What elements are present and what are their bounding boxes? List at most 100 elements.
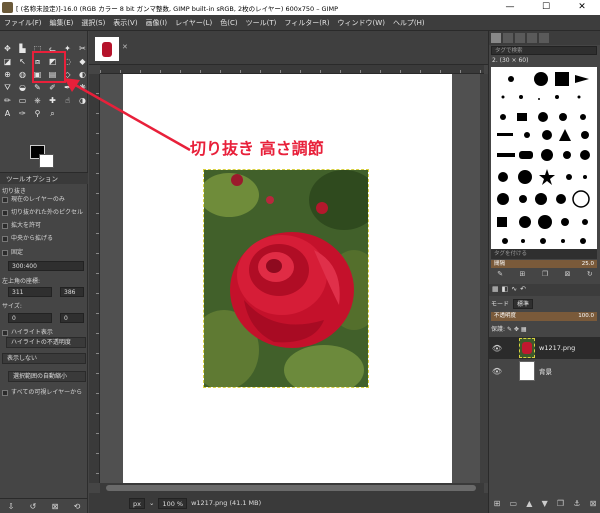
reset-options-icon[interactable]: ⟲ xyxy=(74,502,81,511)
magnify-tool-icon[interactable]: ⌕ xyxy=(46,108,59,120)
maximize-button[interactable]: ☐ xyxy=(528,0,564,15)
perspective-tool-icon[interactable]: ◆ xyxy=(76,56,89,68)
menu-help[interactable]: ヘルプ(H) xyxy=(389,18,429,28)
paths-tab-icon[interactable]: ∿ xyxy=(511,285,517,295)
highlight-opacity-slider[interactable]: ハイライトの不透明度 xyxy=(6,337,86,348)
allow-growing-checkbox[interactable]: 拡大を許可 xyxy=(2,220,41,229)
eraser-tool-icon[interactable]: ▭ xyxy=(16,95,29,107)
channels-tab-icon[interactable]: ◧ xyxy=(502,285,509,295)
menu-select[interactable]: 選択(S) xyxy=(77,18,109,28)
restore-options-icon[interactable]: ↺ xyxy=(30,502,37,511)
duplicate-layer-icon[interactable]: ❐ xyxy=(557,499,564,508)
paintbrush-tool-icon[interactable]: ✎ xyxy=(31,82,44,94)
fg-bg-color-swatch[interactable] xyxy=(30,145,56,169)
lock-position-icon[interactable]: ✥ xyxy=(514,326,519,333)
menu-file[interactable]: ファイル(F) xyxy=(0,18,46,28)
highlight-checkbox[interactable]: ハイライト表示 xyxy=(2,327,53,336)
edit-brush-icon[interactable]: ✎ xyxy=(497,270,503,282)
expand-center-checkbox[interactable]: 中央から拡げる xyxy=(2,233,53,242)
delete-brush-icon[interactable]: ⊠ xyxy=(565,270,571,282)
eyedropper-tool-icon[interactable]: ⚲ xyxy=(31,108,44,120)
window-title: [ (名称未設定)]-16.0 (RGB カラー 8 bit ガンマ整数, GI… xyxy=(16,4,339,13)
brushes-tab[interactable] xyxy=(491,33,501,43)
layer-row[interactable]: 👁 背景 xyxy=(489,360,600,382)
size-height-field[interactable]: 0 xyxy=(60,313,84,323)
menu-layer[interactable]: レイヤー(L) xyxy=(171,18,216,28)
eye-icon[interactable]: 👁 xyxy=(489,344,505,353)
unit-select[interactable]: px xyxy=(129,497,145,509)
document-history-tab[interactable] xyxy=(527,33,537,43)
fonts-tab[interactable] xyxy=(515,33,525,43)
bucket-tool-icon[interactable]: ⛛ xyxy=(1,82,14,94)
anchor-layer-icon[interactable]: ⚓ xyxy=(573,499,580,508)
blend-tool-icon[interactable]: ◒ xyxy=(16,82,29,94)
menu-edit[interactable]: 編集(E) xyxy=(46,18,78,28)
background-color[interactable] xyxy=(39,154,54,168)
menu-windows[interactable]: ウィンドウ(W) xyxy=(334,18,389,28)
measure-tool-icon[interactable]: ◍ xyxy=(16,69,29,81)
text-tool-icon[interactable]: A xyxy=(1,108,14,120)
horizontal-scrollbar[interactable] xyxy=(100,483,484,493)
vertical-scrollbar[interactable] xyxy=(480,74,488,483)
menu-view[interactable]: 表示(V) xyxy=(109,18,141,28)
brush-tag-search[interactable]: タグで検索 xyxy=(491,46,597,55)
scissors-tool-icon[interactable]: ✂ xyxy=(76,43,89,55)
undo-tab-icon[interactable]: ↶ xyxy=(520,285,526,295)
delete-options-icon[interactable]: ⊠ xyxy=(52,502,59,511)
lock-alpha-icon[interactable]: ▦ xyxy=(521,326,527,333)
paths-tool-icon[interactable]: ↖ xyxy=(16,56,29,68)
layer-opacity-slider[interactable]: 不透明度 100.0 xyxy=(491,312,597,321)
lock-pixels-icon[interactable]: ✎ xyxy=(507,326,512,333)
close-button[interactable]: ✕ xyxy=(564,0,600,15)
brush-grid[interactable] xyxy=(491,67,597,249)
path-pen-tool-icon[interactable]: ✑ xyxy=(16,108,29,120)
chevron-down-icon[interactable]: ⌄ xyxy=(149,499,154,507)
clone-tool-icon[interactable]: ⎈ xyxy=(31,95,44,107)
menu-image[interactable]: 画像(I) xyxy=(142,18,172,28)
rose-photo-layer[interactable] xyxy=(203,169,369,388)
refresh-brush-icon[interactable]: ↻ xyxy=(587,270,593,282)
size-width-field[interactable]: 0 xyxy=(8,313,52,323)
current-layer-only-checkbox[interactable]: 現在のレイヤーのみ xyxy=(2,194,65,203)
raise-layer-icon[interactable]: ▲ xyxy=(526,499,532,508)
zoom-select[interactable]: 100 % xyxy=(158,497,188,509)
guides-select[interactable]: 表示しない xyxy=(2,353,86,364)
image-tab-thumbnail[interactable] xyxy=(95,37,119,61)
eye-icon[interactable]: 👁 xyxy=(489,367,505,376)
brush-spacing-slider[interactable]: 間隔 25.0 xyxy=(491,260,597,268)
new-group-icon[interactable]: ▭ xyxy=(509,499,517,508)
move-tool-icon[interactable]: ✥ xyxy=(1,43,14,55)
layers-tab-icon[interactable]: ▦ xyxy=(492,285,499,295)
new-layer-icon[interactable]: ⊞ xyxy=(494,499,501,508)
duplicate-brush-icon[interactable]: ❐ xyxy=(542,270,548,282)
color-picker-tool-icon[interactable]: ⊕ xyxy=(1,69,14,81)
new-brush-icon[interactable]: ⊞ xyxy=(520,270,526,282)
aspect-ratio-field[interactable]: 300:400 xyxy=(8,261,84,271)
align-tool-icon[interactable]: ▙ xyxy=(16,43,29,55)
position-y-field[interactable]: 386 xyxy=(60,287,84,297)
delete-cropped-checkbox[interactable]: 切り抜かれた外のピクセル xyxy=(2,207,83,216)
airbrush-tool-icon[interactable]: ✐ xyxy=(46,82,59,94)
minimize-button[interactable]: — xyxy=(492,0,528,15)
menu-colors[interactable]: 色(C) xyxy=(216,18,241,28)
lower-layer-icon[interactable]: ▼ xyxy=(542,499,548,508)
heal-tool-icon[interactable]: ✚ xyxy=(46,95,59,107)
brush-tag-field[interactable]: タグを付ける xyxy=(491,249,597,259)
position-x-field[interactable]: 311 xyxy=(8,287,52,297)
image-tab-close-icon[interactable]: ✕ xyxy=(122,43,128,51)
delete-layer-icon[interactable]: ⊠ xyxy=(590,499,597,508)
menu-filters[interactable]: フィルター(R) xyxy=(280,18,333,28)
foreground-select-tool-icon[interactable]: ◪ xyxy=(1,56,14,68)
fixed-checkbox[interactable]: 固定 xyxy=(2,247,23,256)
menu-tools[interactable]: ツール(T) xyxy=(242,18,281,28)
save-options-icon[interactable]: ⇩ xyxy=(8,502,15,511)
patterns-tab[interactable] xyxy=(503,33,513,43)
horizontal-scroll-thumb[interactable] xyxy=(106,485,476,491)
shrink-merged-checkbox[interactable]: すべての可視レイヤーから xyxy=(2,387,82,396)
auto-shrink-button[interactable]: 選択範囲の自動縮小 xyxy=(8,371,86,382)
layer-row[interactable]: 👁 w1217.png xyxy=(489,337,600,359)
gradients-tab[interactable] xyxy=(539,33,549,43)
pencil-tool-icon[interactable]: ✏ xyxy=(1,95,14,107)
tool-options-tab[interactable]: ツールオプション xyxy=(0,172,88,184)
layer-mode-select[interactable]: 標準 xyxy=(513,298,534,309)
